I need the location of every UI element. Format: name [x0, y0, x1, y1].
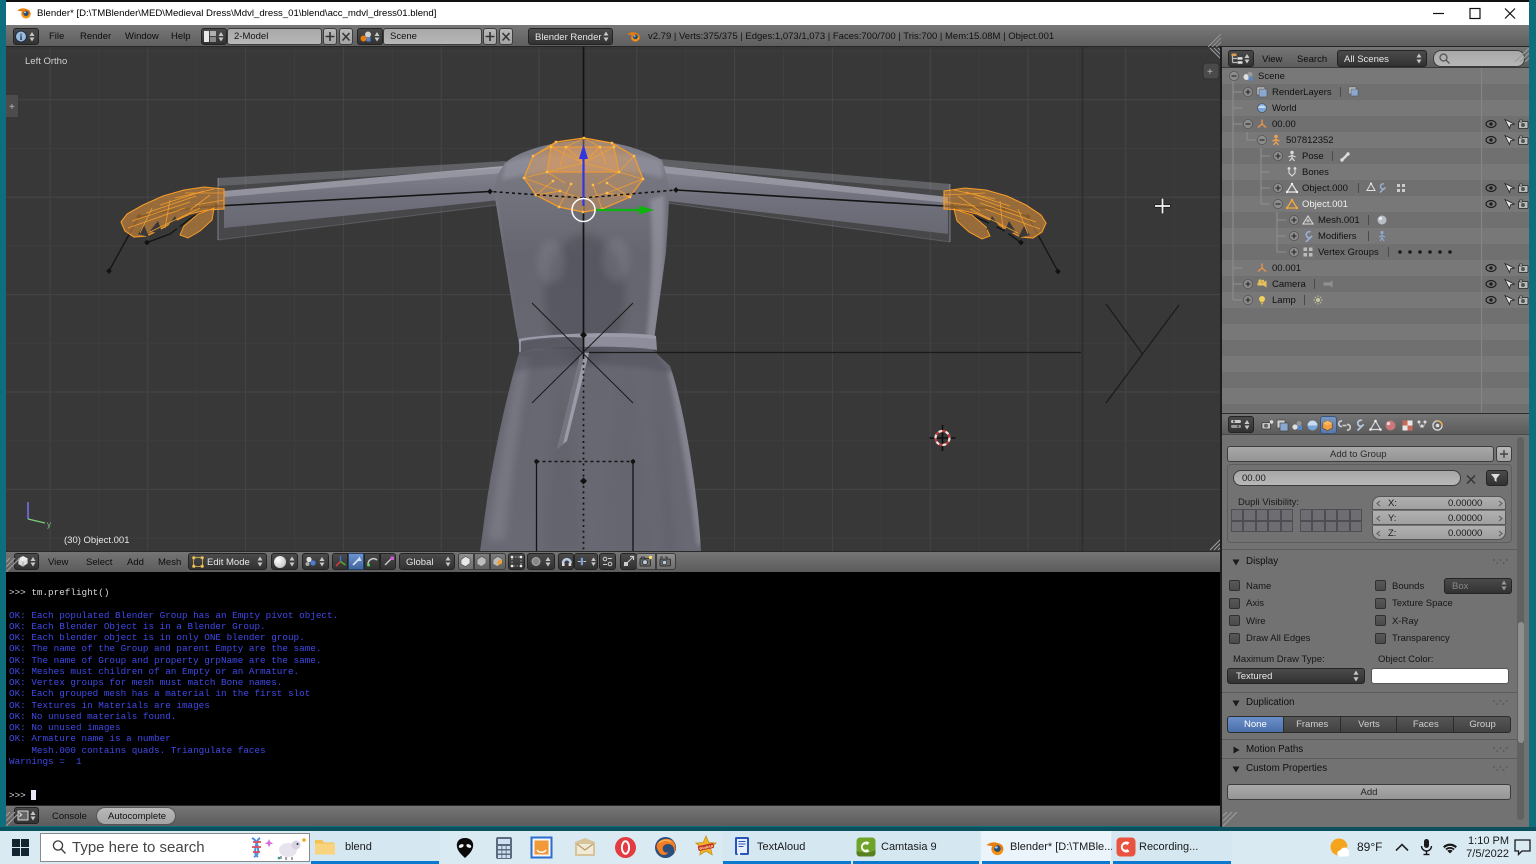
svg-text:Left Ortho: Left Ortho: [25, 56, 67, 67]
svg-text:y: y: [47, 520, 51, 529]
svg-text:(30) Object.001: (30) Object.001: [64, 535, 129, 546]
svg-text:+: +: [9, 102, 15, 113]
svg-text:+: +: [1207, 67, 1213, 78]
